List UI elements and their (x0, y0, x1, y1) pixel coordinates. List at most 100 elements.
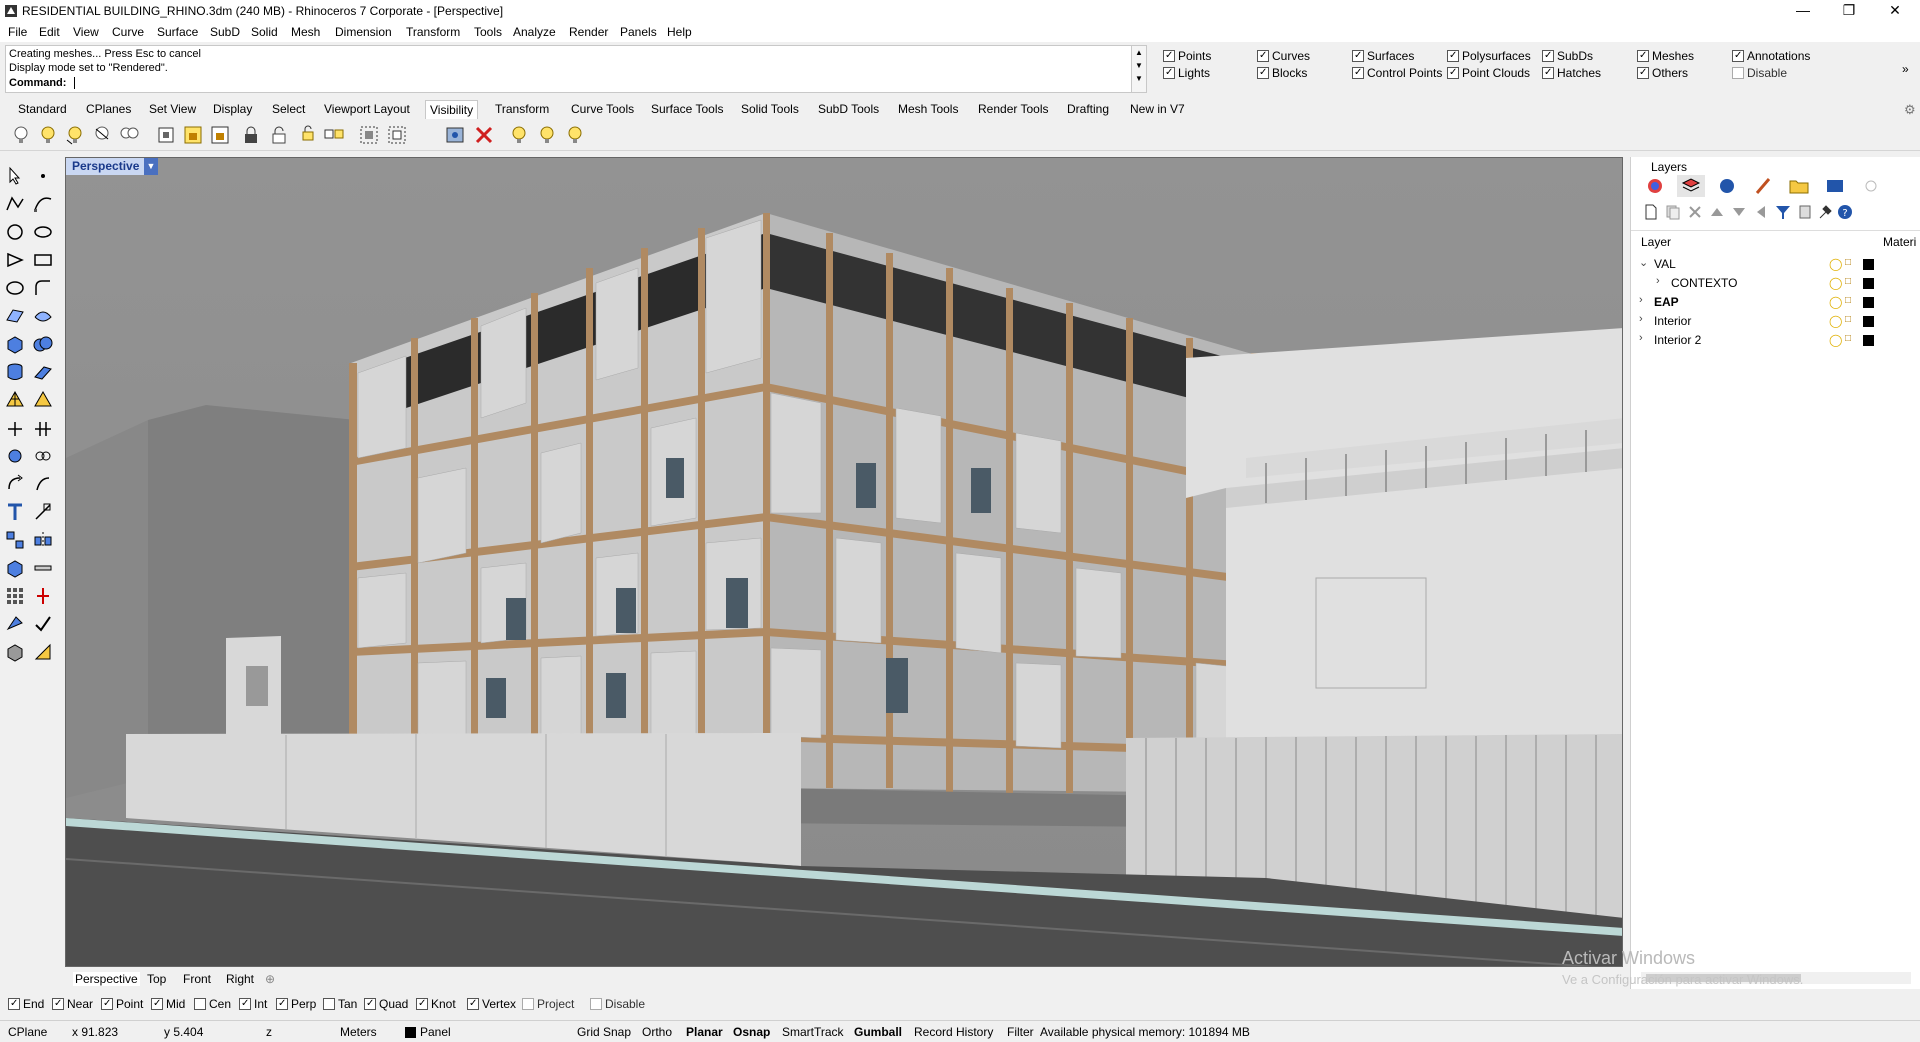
checkbox-icon[interactable] (52, 998, 64, 1010)
layout-icon[interactable] (32, 641, 54, 663)
checkbox-icon[interactable] (1542, 67, 1554, 79)
tab-drafting[interactable]: Drafting (1063, 102, 1113, 116)
render-icon[interactable] (4, 641, 26, 663)
layer-row-val[interactable]: ⌄ VAL ◯ □ (1631, 255, 1920, 273)
menu-render[interactable]: Render (569, 25, 608, 39)
properties-tab-icon[interactable] (1641, 175, 1669, 197)
block-icon[interactable] (4, 557, 26, 579)
osnap-mid[interactable]: Mid (151, 997, 185, 1011)
viewport-menu-arrow-icon[interactable]: ▼ (144, 158, 158, 175)
filter-annotations[interactable]: Annotations (1732, 49, 1810, 63)
checkbox-icon[interactable] (467, 998, 479, 1010)
material-column-header[interactable]: Materi (1883, 235, 1916, 249)
checkbox-icon[interactable] (101, 998, 113, 1010)
menu-surface[interactable]: Surface (157, 25, 198, 39)
tab-transform[interactable]: Transform (491, 102, 553, 116)
layer-row-interior-2[interactable]: › Interior 2 ◯ □ (1631, 331, 1920, 349)
tab-solid-tools[interactable]: Solid Tools (737, 102, 803, 116)
checkbox-icon[interactable] (239, 998, 251, 1010)
arc-icon[interactable] (4, 277, 26, 299)
tab-display[interactable]: Display (209, 102, 256, 116)
checkbox-icon[interactable] (416, 998, 428, 1010)
hide-icon[interactable] (37, 124, 59, 146)
expand-chevron-icon[interactable]: › (1639, 313, 1643, 325)
ellipse-icon[interactable] (32, 221, 54, 243)
light-bulb-icon[interactable]: ◯ (1829, 257, 1842, 271)
layer-color-swatch[interactable] (1863, 278, 1874, 289)
tab-surface-tools[interactable]: Surface Tools (647, 102, 728, 116)
extrude-icon[interactable] (32, 361, 54, 383)
checkbox-icon[interactable] (1637, 50, 1649, 62)
padlock-icon[interactable] (240, 124, 262, 146)
checkbox-icon[interactable] (1257, 50, 1269, 62)
mesh-tools-icon[interactable] (32, 389, 54, 411)
tab-render-tools[interactable]: Render Tools (974, 102, 1053, 116)
polyline-icon[interactable] (4, 193, 26, 215)
tab-set-view[interactable]: Set View (145, 102, 200, 116)
new-layer-icon[interactable] (1643, 204, 1659, 220)
checkbox-icon[interactable] (276, 998, 288, 1010)
cplane-indicator[interactable]: CPlane (8, 1025, 47, 1039)
fillet-icon[interactable] (32, 277, 54, 299)
light-bulb-icon[interactable]: ◯ (1829, 295, 1842, 309)
lock-selected-icon[interactable] (182, 124, 204, 146)
lock-icon[interactable]: □ (1845, 333, 1851, 344)
gumball-icon[interactable] (32, 585, 54, 607)
copy-layer-icon[interactable] (1797, 204, 1813, 220)
filter-control-points[interactable]: Control Points (1352, 66, 1442, 80)
layer-row-contexto[interactable]: › CONTEXTO ◯ □ (1631, 274, 1920, 292)
show-all-icon[interactable] (118, 124, 140, 146)
hide-in-detail-icon[interactable] (444, 124, 466, 146)
viewport-tab-top[interactable]: Top (147, 972, 166, 986)
osnap-quad[interactable]: Quad (364, 997, 408, 1011)
filter-others[interactable]: Others (1637, 66, 1688, 80)
checkbox-icon[interactable] (323, 998, 335, 1010)
show-selected-icon[interactable] (64, 124, 86, 146)
osnap-knot[interactable]: Knot (416, 997, 456, 1011)
checkbox-icon[interactable] (1732, 50, 1744, 62)
menu-solid[interactable]: Solid (251, 25, 278, 39)
light-bulb-icon[interactable]: ◯ (1829, 276, 1842, 290)
light-bulb-icon[interactable] (536, 124, 558, 146)
checkbox-icon[interactable] (1542, 50, 1554, 62)
layer-color-swatch[interactable] (1863, 335, 1874, 346)
rectangle-icon[interactable] (32, 249, 54, 271)
lock-icon[interactable]: □ (1845, 257, 1851, 268)
polygon-icon[interactable] (4, 249, 26, 271)
menu-transform[interactable]: Transform (406, 25, 460, 39)
isolate-icon[interactable] (358, 124, 380, 146)
osnap-vertex[interactable]: Vertex (467, 997, 516, 1011)
menu-edit[interactable]: Edit (39, 25, 60, 39)
close-button[interactable]: ✕ (1872, 0, 1918, 22)
checkbox-icon[interactable] (1352, 67, 1364, 79)
light-bulb-icon[interactable] (508, 124, 530, 146)
hide-swap-icon[interactable] (91, 124, 113, 146)
filter-curves[interactable]: Curves (1257, 49, 1310, 63)
materials-tab-icon[interactable] (1713, 175, 1741, 197)
expand-chevron-icon[interactable]: » (1902, 62, 1909, 76)
light-bulb-icon[interactable] (564, 124, 586, 146)
checkbox-icon[interactable] (1447, 67, 1459, 79)
filter-icon[interactable] (1775, 204, 1791, 220)
light-bulb-icon[interactable]: ◯ (1829, 333, 1842, 347)
show-icon[interactable] (10, 124, 32, 146)
osnap-project[interactable]: Project (522, 997, 574, 1011)
checkbox-icon[interactable] (522, 998, 534, 1010)
menu-subd[interactable]: SubD (210, 25, 240, 39)
command-scrollbar[interactable]: ▲ ▼ ▼ (1131, 45, 1147, 93)
ortho-toggle[interactable]: Ortho (642, 1025, 672, 1039)
grid-array-icon[interactable] (4, 585, 26, 607)
collapse-chevron-icon[interactable]: ⌄ (1639, 256, 1648, 269)
trim-icon[interactable] (32, 417, 54, 439)
osnap-perp[interactable]: Perp (276, 997, 316, 1011)
padlock-open-icon[interactable] (268, 124, 290, 146)
tab-mesh-tools[interactable]: Mesh Tools (894, 102, 962, 116)
osnap-near[interactable]: Near (52, 997, 93, 1011)
scroll-down-icon[interactable]: ▼ (1132, 61, 1146, 70)
checkbox-icon[interactable] (8, 998, 20, 1010)
tab-standard[interactable]: Standard (14, 102, 71, 116)
viewport-tab-front[interactable]: Front (183, 972, 211, 986)
tab-new-in-v7[interactable]: New in V7 (1126, 102, 1189, 116)
filter-points[interactable]: Points (1163, 49, 1211, 63)
lock-icon[interactable]: □ (1845, 314, 1851, 325)
